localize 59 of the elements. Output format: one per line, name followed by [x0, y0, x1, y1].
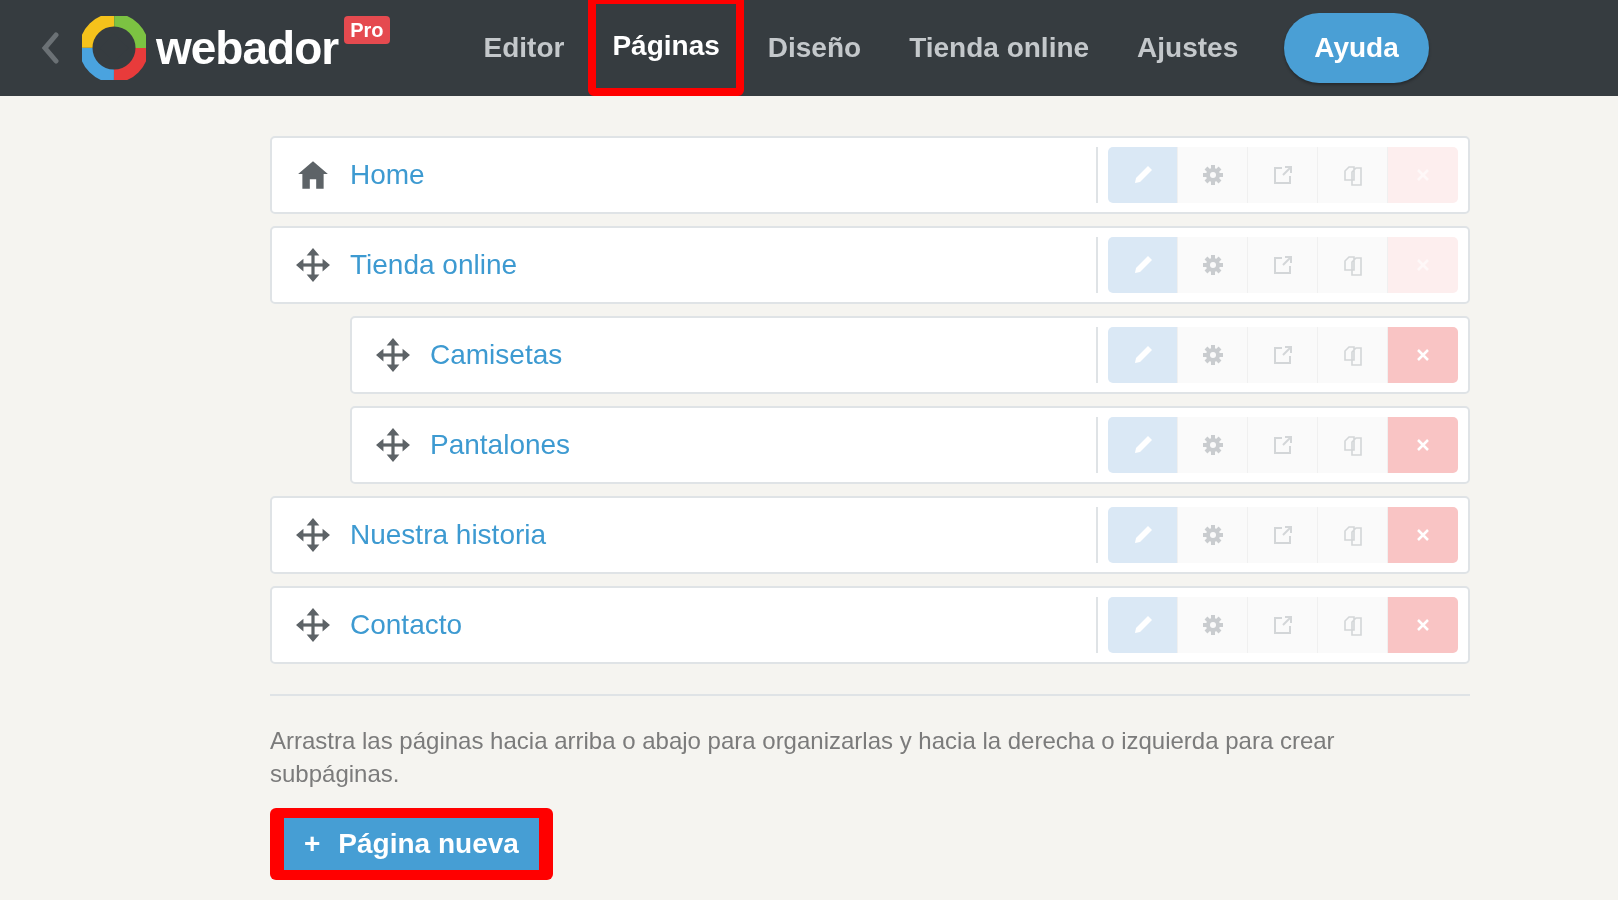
delete-button[interactable] — [1388, 327, 1458, 383]
move-arrows-icon[interactable] — [376, 338, 410, 372]
edit-button[interactable] — [1108, 417, 1178, 473]
nav-tab[interactable]: Editor — [459, 0, 589, 96]
delete-button[interactable] — [1388, 597, 1458, 653]
open-link-button[interactable] — [1248, 507, 1318, 563]
delete-button[interactable] — [1388, 417, 1458, 473]
nav-tab[interactable]: Diseño — [743, 0, 886, 96]
nav-tab[interactable]: Ajustes — [1113, 0, 1263, 96]
open-link-button[interactable] — [1248, 597, 1318, 653]
open-link-button[interactable] — [1248, 147, 1318, 203]
settings-icon — [1200, 163, 1225, 187]
page-title-link[interactable]: Tienda online — [350, 244, 518, 286]
duplicate-button[interactable] — [1318, 417, 1388, 473]
settings-button[interactable] — [1178, 147, 1248, 203]
instructions-text: Arrastra las páginas hacia arriba o abajo para organizarlas y hacia la derecha o izquierda para crear subpáginas. — [270, 726, 1336, 789]
duplicate-button[interactable] — [1318, 597, 1388, 653]
logo-icon — [82, 16, 146, 80]
settings-icon — [1200, 613, 1225, 637]
page-title-link[interactable]: Nuestra historia — [350, 514, 547, 556]
plan-badge: Pro — [344, 16, 390, 44]
move-arrows-icon[interactable] — [296, 518, 330, 552]
duplicate-button[interactable] — [1318, 507, 1388, 563]
settings-icon — [1200, 523, 1225, 547]
page-title-link[interactable]: Camisetas — [430, 334, 563, 376]
logo-text: webador — [156, 25, 339, 71]
page-title-link[interactable]: Contacto — [350, 604, 463, 646]
edit-button[interactable] — [1108, 327, 1178, 383]
settings-button[interactable] — [1178, 327, 1248, 383]
open-link-button[interactable] — [1248, 417, 1318, 473]
duplicate-button[interactable] — [1318, 147, 1388, 203]
delete-button[interactable] — [1388, 507, 1458, 563]
open-link-button[interactable] — [1248, 237, 1318, 293]
settings-icon — [1200, 253, 1225, 277]
duplicate-button[interactable] — [1318, 327, 1388, 383]
move-arrows-icon[interactable] — [296, 248, 330, 282]
edit-button[interactable] — [1108, 237, 1178, 293]
help-button[interactable]: Ayuda — [1284, 13, 1429, 83]
nav-tab[interactable]: Tienda online — [885, 0, 1114, 96]
move-arrows-icon[interactable] — [296, 608, 330, 642]
settings-icon — [1200, 433, 1225, 457]
plus-icon: + — [304, 823, 321, 865]
settings-icon — [1200, 343, 1225, 367]
button-label: Página nueva — [338, 827, 519, 861]
edit-button[interactable] — [1108, 597, 1178, 653]
move-arrows-icon[interactable] — [376, 428, 410, 462]
page-title-link[interactable]: Home — [350, 154, 425, 196]
settings-button[interactable] — [1178, 507, 1248, 563]
duplicate-button[interactable] — [1318, 237, 1388, 293]
settings-button[interactable] — [1178, 597, 1248, 653]
nav-tab[interactable]: Páginas — [588, 0, 744, 96]
settings-button[interactable] — [1178, 237, 1248, 293]
settings-button[interactable] — [1178, 417, 1248, 473]
new-page-button[interactable]: + Página nueva — [284, 818, 539, 870]
back-chevron-icon[interactable] — [40, 32, 60, 64]
edit-button[interactable] — [1108, 147, 1178, 203]
page-title-link[interactable]: Pantalones — [430, 424, 571, 466]
open-link-button[interactable] — [1248, 327, 1318, 383]
edit-button[interactable] — [1108, 507, 1178, 563]
